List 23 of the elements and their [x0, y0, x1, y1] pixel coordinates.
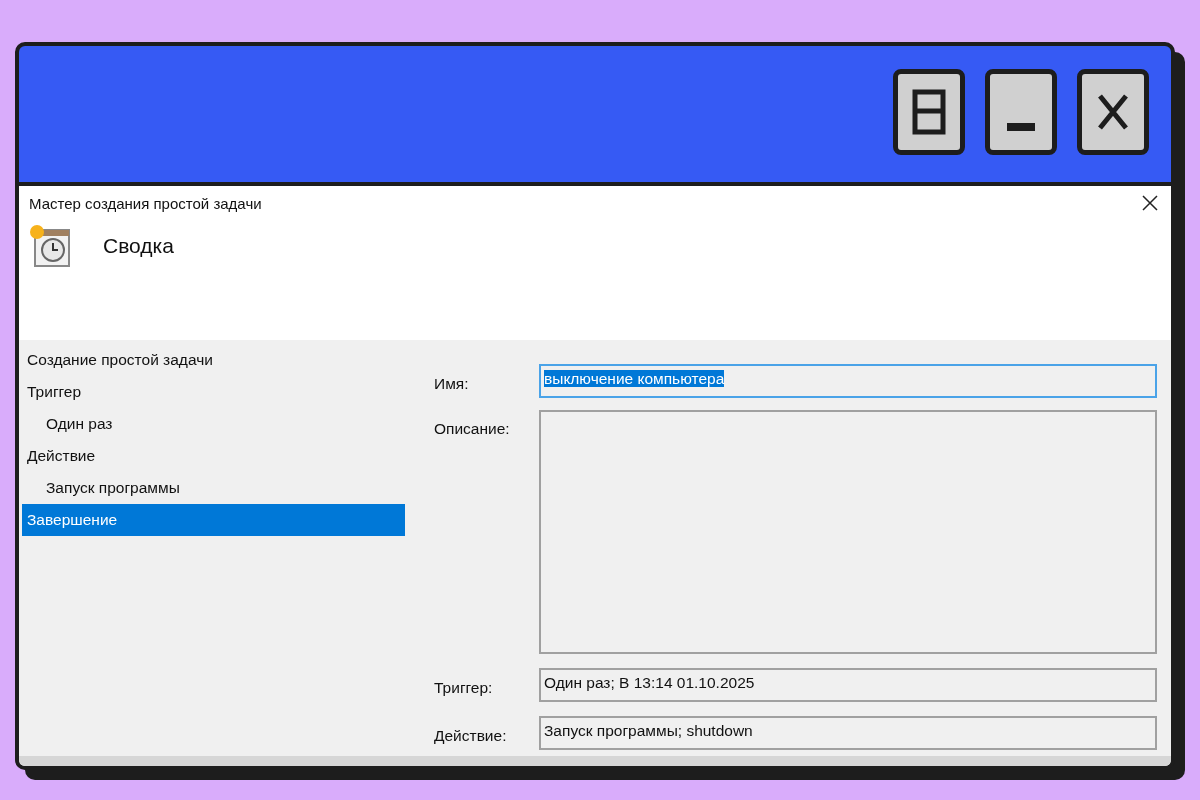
close-icon — [1142, 195, 1158, 211]
nav-item[interactable]: Триггер — [22, 376, 405, 408]
maximize-icon — [912, 89, 946, 135]
field-label: Триггер: — [434, 678, 494, 698]
maximize-button[interactable] — [893, 69, 965, 155]
description-field[interactable] — [539, 410, 1157, 654]
field-label: Имя: — [434, 374, 470, 394]
summary-field: Запуск программы; shutdown — [539, 716, 1157, 750]
dialog-title: Мастер создания простой задачи — [29, 194, 262, 212]
calendar-clock-icon — [29, 224, 73, 268]
minimize-icon — [1007, 123, 1035, 131]
field-label: Действие: — [434, 726, 508, 746]
minimize-button[interactable] — [985, 69, 1057, 155]
field-label: Описание: — [434, 419, 511, 439]
close-icon — [1097, 93, 1129, 131]
summary-field: Один раз; В 13:14 01.10.2025 — [539, 668, 1157, 702]
nav-item[interactable]: Запуск программы — [22, 472, 405, 504]
nav-item[interactable]: Создание простой задачи — [22, 344, 405, 376]
nav-item[interactable]: Один раз — [22, 408, 405, 440]
close-button[interactable] — [1077, 69, 1149, 155]
page-heading: Сводка — [103, 234, 174, 258]
nav-item[interactable]: Действие — [22, 440, 405, 472]
nav-item[interactable]: Завершение — [22, 504, 405, 536]
